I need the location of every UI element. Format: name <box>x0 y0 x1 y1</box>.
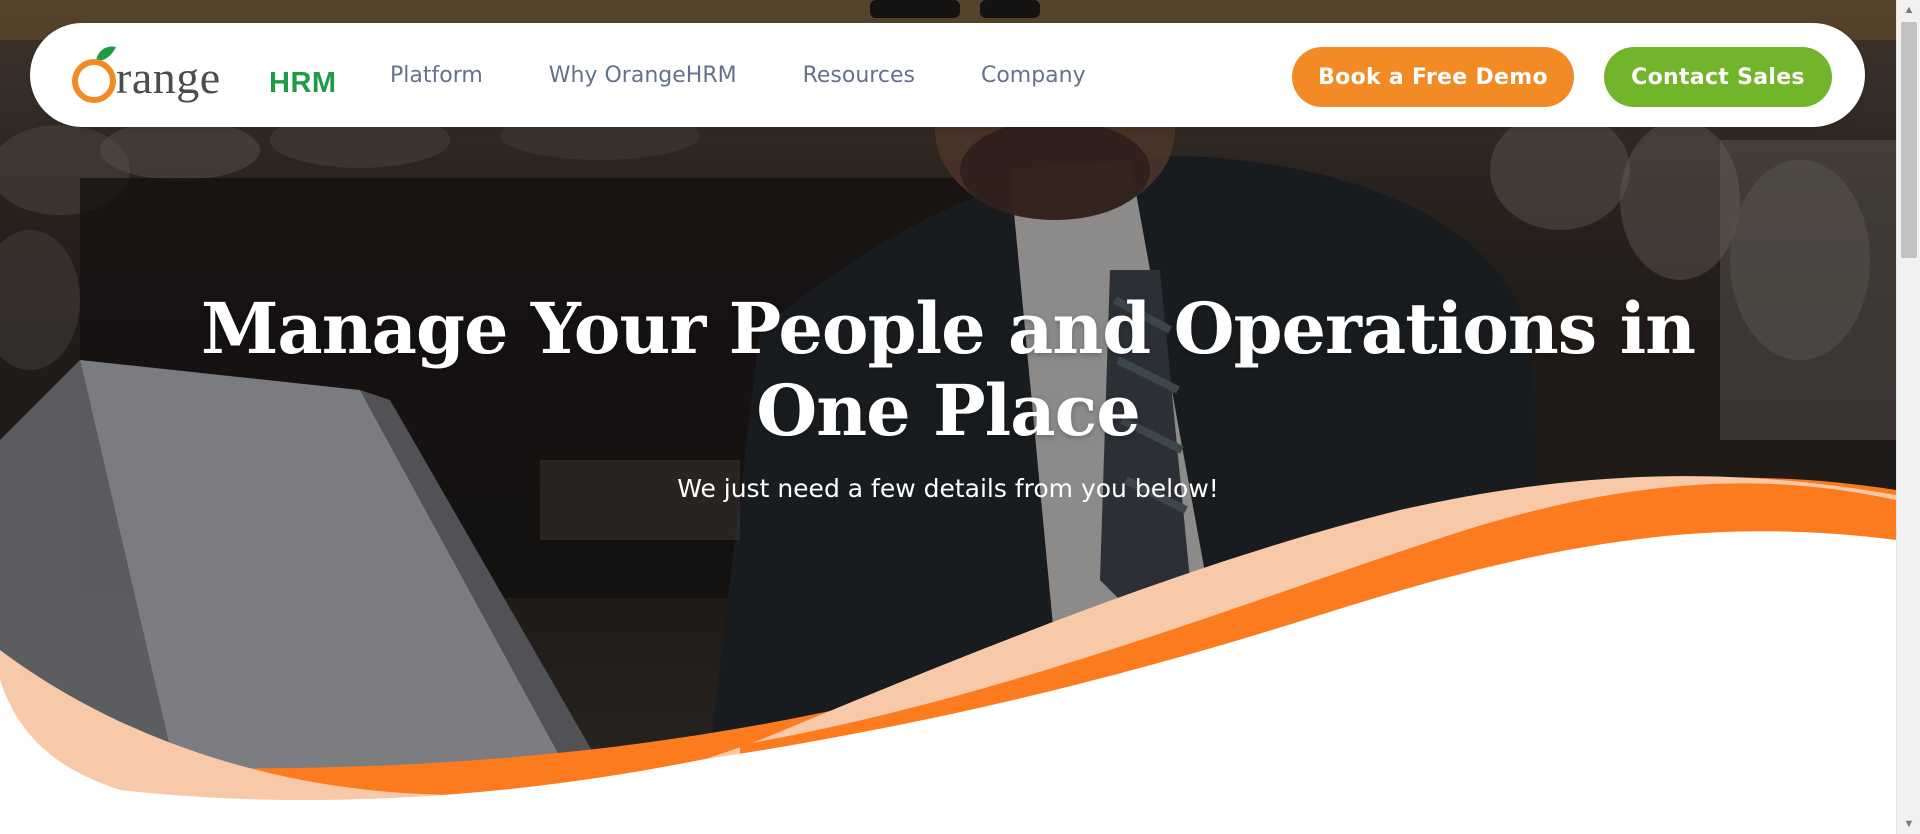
logo-hrm-suffix: HRM <box>269 67 337 99</box>
contact-sales-button[interactable]: Contact Sales <box>1604 47 1832 107</box>
hero-title: Manage Your People and Operations in One… <box>200 287 1696 452</box>
top-navbar: range HRM Platform Why OrangeHRM Resourc… <box>30 23 1865 127</box>
main-nav: Platform Why OrangeHRM Resources Company <box>390 23 1152 127</box>
triangle-down-icon[interactable]: ▼ <box>1897 814 1920 834</box>
book-free-demo-button[interactable]: Book a Free Demo <box>1292 47 1574 107</box>
nav-item-why-orangehrm[interactable]: Why OrangeHRM <box>549 63 737 88</box>
nav-item-platform[interactable]: Platform <box>390 63 483 88</box>
orangehrm-logo[interactable]: range HRM <box>70 43 336 107</box>
nav-item-resources[interactable]: Resources <box>803 63 915 88</box>
triangle-up-icon[interactable]: ▲ <box>1897 0 1920 20</box>
page: Manage Your People and Operations in One… <box>0 0 1920 834</box>
vertical-scrollbar[interactable]: ▲ ▼ <box>1896 0 1920 834</box>
scrollbar-thumb[interactable] <box>1901 22 1917 258</box>
logo-wordmark: range <box>116 52 221 103</box>
hero-subtitle: We just need a few details from you belo… <box>677 474 1219 503</box>
nav-item-company[interactable]: Company <box>981 63 1086 88</box>
